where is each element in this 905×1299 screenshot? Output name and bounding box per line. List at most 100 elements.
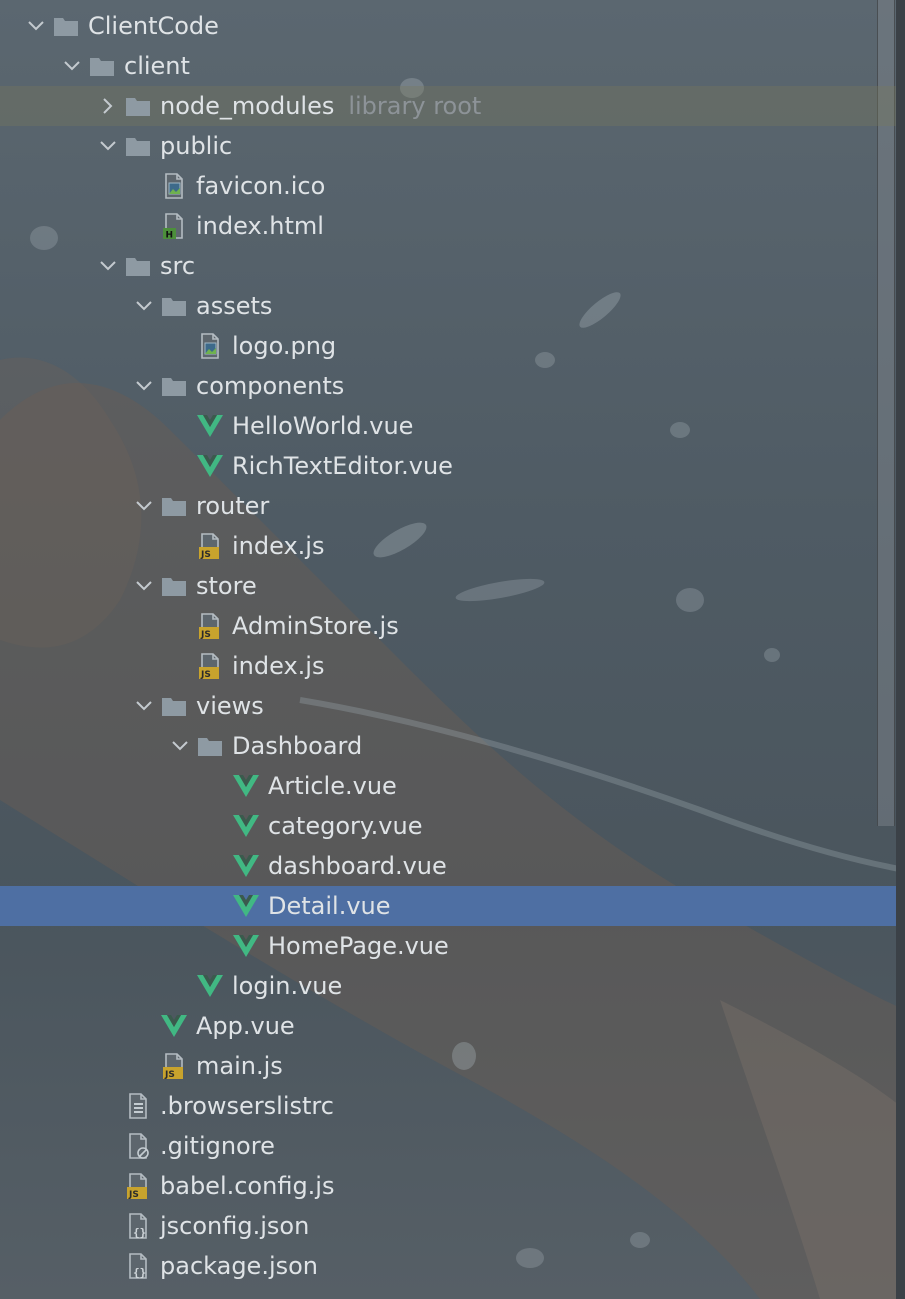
chevron-down-icon[interactable] (132, 566, 156, 606)
tree-item-label: RichTextEditor.vue (232, 452, 453, 480)
tree-item-label: dashboard.vue (268, 852, 447, 880)
text-file-icon (124, 1092, 152, 1120)
tree-item-label: .browserslistrc (160, 1092, 334, 1120)
svg-text:H: H (166, 231, 174, 241)
tree-file-row[interactable]: JS AdminStore.js (0, 606, 896, 646)
tree-item-label: views (196, 692, 264, 720)
tree-file-row[interactable]: logo.png (0, 326, 896, 366)
tree-file-row[interactable]: .browserslistrc (0, 1086, 896, 1126)
tree-file-row[interactable]: Hindex.html (0, 206, 896, 246)
tree-folder-row[interactable]: node_modules library root (0, 86, 896, 126)
library-root-hint: library root (348, 92, 482, 120)
chevron-down-icon[interactable] (24, 6, 48, 46)
tree-file-row[interactable]: App.vue (0, 1006, 896, 1046)
html-file-icon: H (160, 212, 188, 240)
svg-text:JS: JS (200, 670, 211, 680)
tree-file-row[interactable]: HomePage.vue (0, 926, 896, 966)
vue-file-icon (196, 452, 224, 480)
project-tree[interactable]: ClientCode client node_modules library root… (0, 6, 896, 1286)
vue-file-icon (160, 1012, 188, 1040)
tree-file-row[interactable]: .gitignore (0, 1126, 896, 1166)
chevron-down-icon[interactable] (168, 726, 192, 766)
tree-file-row[interactable]: RichTextEditor.vue (0, 446, 896, 486)
tree-item-label: public (160, 132, 233, 160)
tree-folder-row[interactable]: src (0, 246, 896, 286)
tree-file-row[interactable]: JS index.js (0, 646, 896, 686)
tree-folder-row[interactable]: router (0, 486, 896, 526)
tree-item-label: package.json (160, 1252, 319, 1280)
chevron-right-icon[interactable] (96, 86, 120, 126)
tree-file-row[interactable]: category.vue (0, 806, 896, 846)
tree-folder-row[interactable]: store (0, 566, 896, 606)
chevron-down-icon[interactable] (132, 366, 156, 406)
tree-item-label: index.js (232, 532, 325, 560)
tree-item-label: Detail.vue (268, 892, 391, 920)
tree-folder-row[interactable]: assets (0, 286, 896, 326)
tree-folder-row[interactable]: public (0, 126, 896, 166)
js-file-icon: JS (160, 1052, 188, 1080)
folder-icon (160, 292, 188, 320)
tree-folder-row[interactable]: components (0, 366, 896, 406)
folder-icon (160, 692, 188, 720)
tree-item-label: HomePage.vue (268, 932, 449, 960)
svg-text:JS: JS (128, 1190, 139, 1200)
tree-file-row[interactable]: {} package.json (0, 1246, 896, 1286)
tree-file-row[interactable]: {} jsconfig.json (0, 1206, 896, 1246)
tree-file-row[interactable]: JS babel.config.js (0, 1166, 896, 1206)
tree-file-row[interactable]: favicon.ico (0, 166, 896, 206)
tree-item-label: App.vue (196, 1012, 295, 1040)
tree-file-row[interactable]: JS index.js (0, 526, 896, 566)
tree-folder-row[interactable]: views (0, 686, 896, 726)
tree-item-label: index.js (232, 652, 325, 680)
tree-item-label: store (196, 572, 257, 600)
tree-file-row[interactable]: dashboard.vue (0, 846, 896, 886)
tree-item-label: jsconfig.json (160, 1212, 310, 1240)
chevron-down-icon[interactable] (60, 46, 84, 86)
tree-item-label: category.vue (268, 812, 423, 840)
chevron-down-icon[interactable] (132, 686, 156, 726)
tree-file-row[interactable]: HelloWorld.vue (0, 406, 896, 446)
tree-file-row[interactable]: Article.vue (0, 766, 896, 806)
tree-folder-row[interactable]: client (0, 46, 896, 86)
tree-folder-row[interactable]: ClientCode (0, 6, 896, 46)
vue-file-icon (196, 972, 224, 1000)
vue-file-icon (232, 772, 260, 800)
tree-item-label: HelloWorld.vue (232, 412, 414, 440)
tree-item-label: Article.vue (268, 772, 397, 800)
tree-item-label: AdminStore.js (232, 612, 399, 640)
image-file-icon (160, 172, 188, 200)
tree-file-row[interactable]: login.vue (0, 966, 896, 1006)
tree-item-label: main.js (196, 1052, 283, 1080)
tree-file-row[interactable]: JS main.js (0, 1046, 896, 1086)
tree-item-label: components (196, 372, 345, 400)
chevron-down-icon[interactable] (132, 286, 156, 326)
folder-icon (88, 52, 116, 80)
tree-item-label: src (160, 252, 196, 280)
vue-file-icon (232, 932, 260, 960)
folder-icon (124, 252, 152, 280)
chevron-down-icon[interactable] (132, 486, 156, 526)
vue-file-icon (196, 412, 224, 440)
editor-edge (896, 0, 905, 1299)
tree-item-label: babel.config.js (160, 1172, 335, 1200)
tree-file-row[interactable]: Detail.vue (0, 886, 896, 926)
chevron-down-icon[interactable] (96, 126, 120, 166)
folder-icon (160, 492, 188, 520)
js-file-icon: JS (124, 1172, 152, 1200)
vue-file-icon (232, 812, 260, 840)
vue-file-icon (232, 852, 260, 880)
tree-folder-row[interactable]: Dashboard (0, 726, 896, 766)
svg-text:{}: {} (133, 1226, 146, 1239)
chevron-down-icon[interactable] (96, 246, 120, 286)
